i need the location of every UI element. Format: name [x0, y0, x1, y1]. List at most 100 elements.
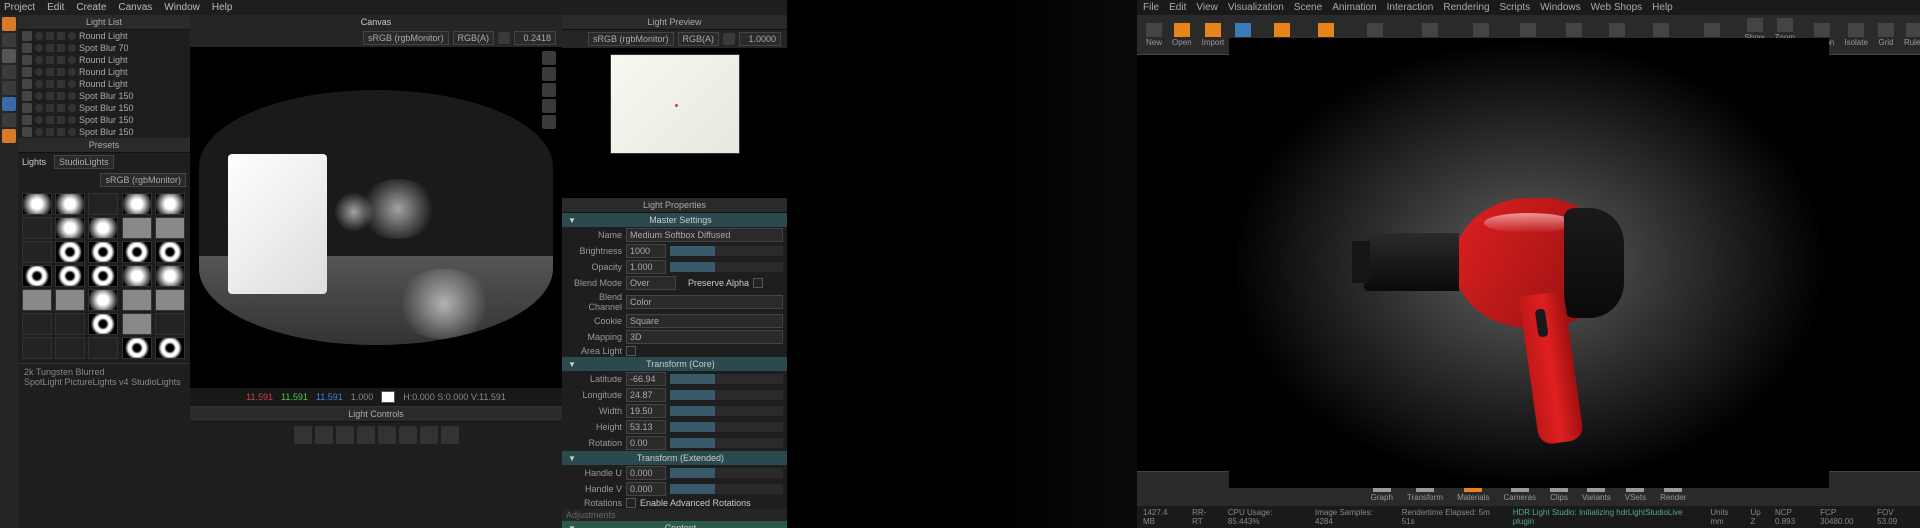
preset-thumbnail[interactable]	[55, 193, 85, 215]
list-item[interactable]: Spot Blur 150	[18, 126, 190, 138]
menu-scene[interactable]: Scene	[1294, 2, 1322, 13]
menu-scripts[interactable]: Scripts	[1500, 2, 1531, 13]
preset-thumbnail[interactable]	[155, 193, 185, 215]
preset-thumbnail[interactable]	[55, 265, 85, 287]
handle-u-input[interactable]: 0.000	[626, 466, 666, 480]
handle-v-slider[interactable]	[670, 484, 783, 494]
width-input[interactable]: 19.50	[626, 404, 666, 418]
preset-thumbnail[interactable]	[88, 217, 118, 239]
blend-mode-dropdown[interactable]: Over	[626, 276, 676, 290]
gear-icon[interactable]	[723, 33, 735, 45]
preset-thumbnail[interactable]	[88, 265, 118, 287]
list-item[interactable]: Round Light	[18, 66, 190, 78]
preset-thumbnail[interactable]	[155, 337, 185, 359]
opacity-input[interactable]: 1.000	[626, 260, 666, 274]
preset-thumbnail[interactable]	[155, 313, 185, 335]
preset-thumbnail[interactable]	[122, 337, 152, 359]
visibility-icon[interactable]	[22, 79, 32, 89]
mapping-dropdown[interactable]: 3D	[626, 330, 783, 344]
control-icon[interactable]	[357, 426, 375, 444]
colorspace-dropdown[interactable]: sRGB (rgbMonitor)	[363, 31, 449, 45]
menu-canvas[interactable]: Canvas	[118, 2, 152, 13]
opacity-slider[interactable]	[670, 262, 783, 272]
preset-thumbnail[interactable]	[122, 217, 152, 239]
exposure-field[interactable]: 1.0000	[739, 32, 781, 46]
colorspace-dropdown[interactable]: sRGB (rgbMonitor)	[100, 173, 186, 187]
colorspace-dropdown[interactable]: sRGB (rgbMonitor)	[588, 32, 674, 46]
preset-thumbnail[interactable]	[122, 241, 152, 263]
transform-core-header[interactable]: ▼Transform (Core)	[562, 357, 787, 371]
isolate-button[interactable]: Isolate	[1839, 22, 1873, 48]
list-item[interactable]: Spot Blur 150	[18, 114, 190, 126]
visibility-icon[interactable]	[22, 55, 32, 65]
channels-dropdown[interactable]: RGB(A)	[453, 31, 495, 45]
handle-v-input[interactable]: 0.000	[626, 482, 666, 496]
list-item[interactable]: Round Light	[18, 54, 190, 66]
canvas-tool-icon[interactable]	[542, 83, 556, 97]
control-icon[interactable]	[315, 426, 333, 444]
list-item[interactable]: Spot Blur 70	[18, 42, 190, 54]
canvas-tool-icon[interactable]	[542, 99, 556, 113]
preset-thumbnail[interactable]	[55, 241, 85, 263]
visibility-icon[interactable]	[22, 103, 32, 113]
brightness-slider[interactable]	[670, 246, 783, 256]
preset-thumbnail[interactable]	[55, 289, 85, 311]
channels-dropdown[interactable]: RGB(A)	[678, 32, 720, 46]
preset-thumbnail[interactable]	[122, 289, 152, 311]
preset-thumbnail[interactable]	[22, 289, 52, 311]
menu-edit[interactable]: Edit	[1169, 2, 1186, 13]
tool-icon[interactable]	[2, 113, 16, 127]
preset-thumbnail[interactable]	[155, 217, 185, 239]
grid-button[interactable]: Grid	[1873, 22, 1899, 48]
preset-thumbnail[interactable]	[88, 241, 118, 263]
menu-file[interactable]: File	[1143, 2, 1159, 13]
control-icon[interactable]	[441, 426, 459, 444]
preset-thumbnail[interactable]	[122, 193, 152, 215]
area-light-checkbox[interactable]	[626, 346, 636, 356]
exposure-field[interactable]: 0.2418	[514, 31, 556, 45]
preset-thumbnail[interactable]	[55, 217, 85, 239]
rotation-slider[interactable]	[670, 438, 783, 448]
tool-icon[interactable]	[2, 81, 16, 95]
preset-thumbnail[interactable]	[22, 313, 52, 335]
visibility-icon[interactable]	[22, 91, 32, 101]
preset-thumbnail[interactable]	[22, 337, 52, 359]
longitude-input[interactable]: 24.87	[626, 388, 666, 402]
latitude-slider[interactable]	[670, 374, 783, 384]
tool-icon[interactable]	[2, 49, 16, 63]
blend-channel-dropdown[interactable]: Color	[626, 295, 783, 309]
preset-thumbnail[interactable]	[22, 241, 52, 263]
visibility-icon[interactable]	[22, 127, 32, 137]
height-slider[interactable]	[670, 422, 783, 432]
new-button[interactable]: New	[1141, 22, 1167, 48]
name-input[interactable]: Medium Softbox Diffused	[626, 228, 783, 242]
control-icon[interactable]	[420, 426, 438, 444]
canvas-tool-icon[interactable]	[542, 115, 556, 129]
advanced-rot-checkbox[interactable]	[626, 498, 636, 508]
visibility-icon[interactable]	[22, 67, 32, 77]
master-settings-header[interactable]: ▼Master Settings	[562, 213, 787, 227]
tool-icon[interactable]	[2, 129, 16, 143]
menu-window[interactable]: Window	[164, 2, 200, 13]
light-preview-image[interactable]	[610, 54, 740, 154]
menu-project[interactable]: Project	[4, 2, 35, 13]
brightness-input[interactable]: 1000	[626, 244, 666, 258]
preset-thumbnail[interactable]	[55, 313, 85, 335]
transform-ext-header[interactable]: ▼Transform (Extended)	[562, 451, 787, 465]
render-viewport[interactable]	[1137, 55, 1920, 471]
menu-animation[interactable]: Animation	[1332, 2, 1376, 13]
tool-icon[interactable]	[2, 17, 16, 31]
tool-icon[interactable]	[2, 33, 16, 47]
latitude-input[interactable]: -66.94	[626, 372, 666, 386]
menu-webshops[interactable]: Web Shops	[1591, 2, 1643, 13]
preset-thumbnail[interactable]	[22, 193, 52, 215]
tier-dropdown[interactable]: StudioLights	[54, 155, 114, 169]
visibility-icon[interactable]	[22, 31, 32, 41]
tab-adjustments[interactable]: Adjustments	[566, 510, 616, 520]
preset-thumbnail[interactable]	[55, 337, 85, 359]
control-icon[interactable]	[336, 426, 354, 444]
menu-help[interactable]: Help	[1652, 2, 1673, 13]
preserve-alpha-checkbox[interactable]	[753, 278, 763, 288]
rotation-input[interactable]: 0.00	[626, 436, 666, 450]
hdri-canvas[interactable]	[190, 47, 562, 388]
